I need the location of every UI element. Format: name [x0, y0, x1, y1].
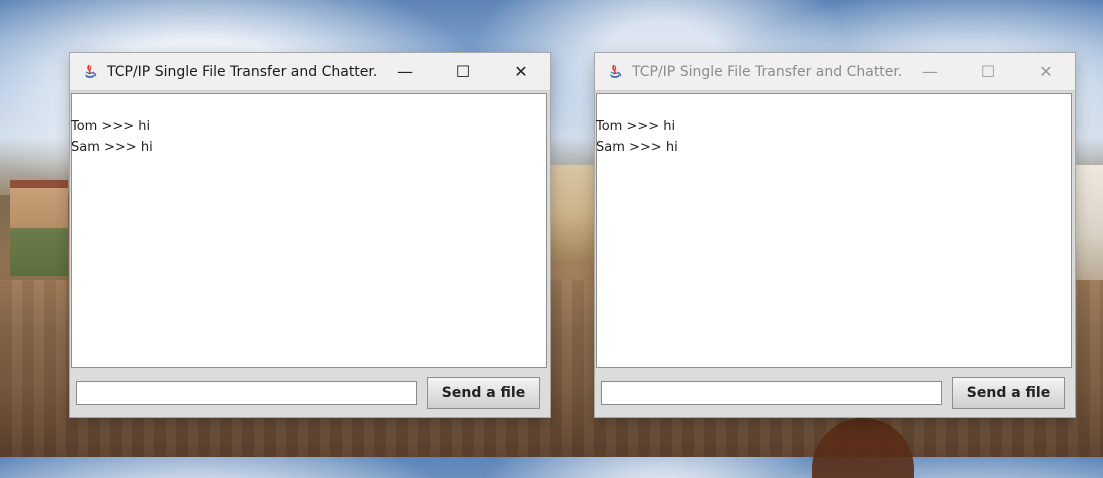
window-controls: — ☐ ✕: [376, 53, 550, 90]
chat-message: Sam >>> hi: [596, 140, 678, 155]
wallpaper-left-rock: [0, 195, 70, 457]
send-file-button[interactable]: Send a file: [952, 377, 1065, 409]
wallpaper-left-building: [10, 180, 68, 276]
java-cup-icon: [81, 63, 99, 81]
send-file-button[interactable]: Send a file: [427, 377, 540, 409]
window-title: TCP/IP Single File Transfer and Chatter.…: [632, 63, 901, 80]
chat-window-tom[interactable]: TCP/IP Single File Transfer and Chatter.…: [69, 52, 551, 418]
maximize-icon[interactable]: ☐: [959, 53, 1017, 90]
window-controls: — ☐ ✕: [901, 53, 1075, 90]
window-title: TCP/IP Single File Transfer and Chatter.…: [107, 63, 376, 80]
message-input[interactable]: [76, 381, 417, 405]
chat-log[interactable]: Tom >>> hi Sam >>> hi: [596, 93, 1072, 368]
chat-log[interactable]: Tom >>> hi Sam >>> hi: [71, 93, 547, 368]
window-titlebar[interactable]: TCP/IP Single File Transfer and Chatter.…: [595, 53, 1075, 91]
close-icon[interactable]: ✕: [492, 53, 550, 90]
chat-message: Tom >>> hi: [596, 119, 676, 134]
chat-input-bar: Send a file: [595, 369, 1075, 417]
minimize-icon[interactable]: —: [376, 53, 434, 90]
chat-window-sam[interactable]: TCP/IP Single File Transfer and Chatter.…: [594, 52, 1076, 418]
minimize-icon[interactable]: —: [901, 53, 959, 90]
close-icon[interactable]: ✕: [1017, 53, 1075, 90]
maximize-icon[interactable]: ☐: [434, 53, 492, 90]
message-input[interactable]: [601, 381, 942, 405]
java-cup-icon: [606, 63, 624, 81]
chat-input-bar: Send a file: [70, 369, 550, 417]
chat-message: Sam >>> hi: [71, 140, 153, 155]
wallpaper-right-building: [1074, 165, 1103, 280]
window-titlebar[interactable]: TCP/IP Single File Transfer and Chatter.…: [70, 53, 550, 91]
chat-message: Tom >>> hi: [71, 119, 151, 134]
wallpaper-bridge-arch: [812, 418, 914, 478]
wallpaper-middle-building: [550, 165, 594, 265]
